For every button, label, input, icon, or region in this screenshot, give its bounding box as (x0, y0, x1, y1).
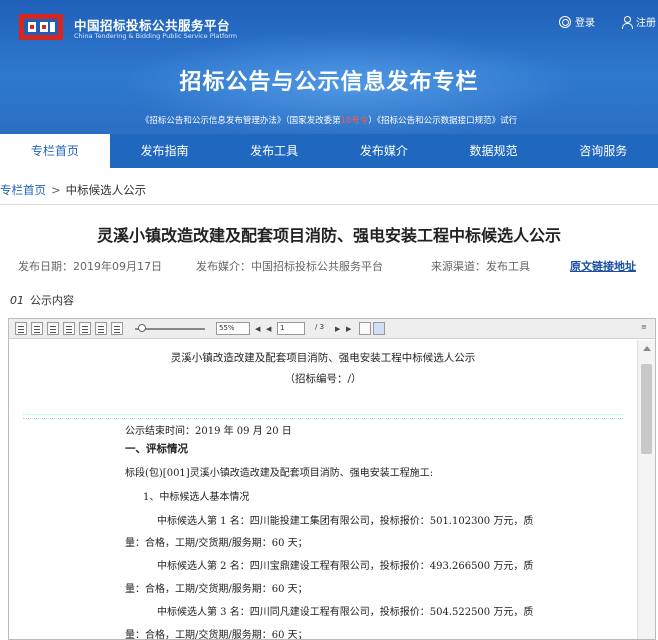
zoom-input[interactable]: 55% (216, 322, 250, 335)
doc-lot: 标段(包)[001]灵溪小镇改造改建及配套项目消防、强电安装工程施工: (125, 468, 434, 479)
section-label: 公示内容 (30, 294, 74, 307)
more-options-icon[interactable]: ≡ (641, 323, 647, 331)
doc-divider (23, 414, 623, 415)
nav-item-home[interactable]: 专栏首页 (0, 134, 110, 168)
scroll-up-icon[interactable] (643, 346, 651, 351)
page-number-input[interactable]: 1 (277, 322, 305, 335)
pdf-scrollbar[interactable] (637, 340, 655, 639)
original-link[interactable]: 原文链接地址 (570, 258, 636, 274)
login-icon (559, 15, 571, 28)
doc-end-time: 公示结束时间：2019 年 09 月 20 日 (125, 426, 292, 437)
brand-name-en: China Tendering & Bidding Public Service… (74, 32, 238, 40)
user-icon (622, 15, 633, 29)
prev-page-icon[interactable]: ◀ (266, 325, 271, 333)
doc-candidate-3b: 量：合格，工期/交货期/服务期：60 天； (125, 630, 308, 640)
nav-item-consulting[interactable]: 咨询服务 (548, 134, 658, 168)
doc-title: 灵溪小镇改造改建及配套项目消防、强电安装工程中标候选人公示 (170, 352, 476, 364)
doc-candidate-1b: 量：合格，工期/交货期/服务期：60 天； (125, 538, 308, 549)
doc-candidate-1a: 中标候选人第 1 名：四川能投建工集团有限公司，投标报价：501.102300 … (157, 516, 534, 527)
publish-date: 发布日期：2019年09月17日 (18, 260, 162, 273)
login-link[interactable]: 登录 (559, 14, 595, 29)
platform-logo-icon[interactable] (18, 12, 66, 42)
banner-subtitle: 《招标公告和公示信息发布管理办法》（国家发改委第10号令）《招标公告和公示数据接… (0, 114, 658, 126)
banner-title: 招标公告与公示信息发布专栏 (179, 70, 479, 95)
doc-candidate-2b: 量：合格，工期/交货期/服务期：60 天； (125, 584, 308, 595)
doc-divider-2 (23, 418, 623, 419)
pdf-viewer: 55% ◀ ◀ 1 / 3 ▶ ▶ ≡ 灵溪小镇改造改建及配套项目消防、强电安装… (8, 318, 656, 640)
subtitle-part1: 《招标公告和公示信息发布管理办法》（国家发改委第 (140, 116, 341, 126)
toc-icon[interactable] (15, 322, 27, 335)
fit-width-icon[interactable] (79, 322, 91, 335)
fit-page-icon[interactable] (95, 322, 107, 335)
hand-tool-icon[interactable] (373, 322, 385, 335)
doc-candidate-3a: 中标候选人第 3 名：四川同凡建设工程有限公司，投标报价：504.522500 … (157, 607, 534, 618)
breadcrumb-home[interactable]: 专栏首页 (0, 183, 46, 197)
publish-media: 发布媒介：中国招标投标公共服务平台 (196, 260, 383, 273)
source-channel: 来源渠道：发布工具 (431, 260, 530, 273)
pdf-page: 灵溪小镇改造改建及配套项目消防、强电安装工程中标候选人公示 （招标编号：/） 公… (9, 340, 637, 640)
register-link[interactable]: 注册 (622, 14, 656, 29)
doc-subheading: 1、中标候选人基本情况 (143, 492, 250, 503)
page-total: / 3 (315, 323, 325, 331)
scroll-thumb[interactable] (641, 364, 652, 454)
breadcrumb-separator: > (51, 183, 61, 197)
print-icon[interactable] (111, 322, 123, 335)
breadcrumb-current: 中标候选人公示 (65, 183, 147, 197)
doc-candidate-2a: 中标候选人第 2 名：四川宝鼎建设工程有限公司，投标报价：493.266500 … (157, 561, 534, 572)
section-heading: 01 公示内容 (10, 292, 74, 308)
nav-item-guide[interactable]: 发布指南 (110, 134, 220, 168)
nav-item-tools[interactable]: 发布工具 (219, 134, 329, 168)
two-page-icon[interactable] (47, 322, 59, 335)
login-label: 登录 (575, 18, 595, 29)
subtitle-order-link[interactable]: 10号令 (341, 116, 369, 126)
doc-heading: 一、评标情况 (125, 443, 188, 455)
page-title: 灵溪小镇改造改建及配套项目消防、强电安装工程中标候选人公示 (96, 226, 561, 245)
zoom-slider-handle[interactable] (138, 324, 146, 332)
next-page-icon[interactable]: ▶ (335, 325, 340, 333)
header-banner: 中国招标投标公共服务平台 China Tendering & Bidding P… (0, 0, 658, 134)
last-page-icon[interactable]: ▶ (346, 325, 351, 333)
select-text-icon[interactable] (359, 322, 371, 335)
first-page-icon[interactable]: ◀ (255, 325, 260, 333)
section-number: 01 (10, 294, 24, 307)
register-label: 注册 (636, 18, 656, 29)
single-page-icon[interactable] (31, 322, 43, 335)
doc-tender-number: （招标编号：/） (284, 373, 362, 385)
main-nav: 专栏首页 发布指南 发布工具 发布媒介 数据规范 咨询服务 (0, 134, 658, 168)
subtitle-part2: ）《招标公告和公示数据接口规范》试行 (368, 116, 518, 126)
nav-item-media[interactable]: 发布媒介 (329, 134, 439, 168)
divider (0, 204, 658, 205)
breadcrumb: 专栏首页 > 中标候选人公示 (0, 182, 146, 198)
pdf-toolbar: 55% ◀ ◀ 1 / 3 ▶ ▶ ≡ (9, 319, 655, 339)
nav-item-data-spec[interactable]: 数据规范 (439, 134, 549, 168)
thumbnails-icon[interactable] (63, 322, 75, 335)
